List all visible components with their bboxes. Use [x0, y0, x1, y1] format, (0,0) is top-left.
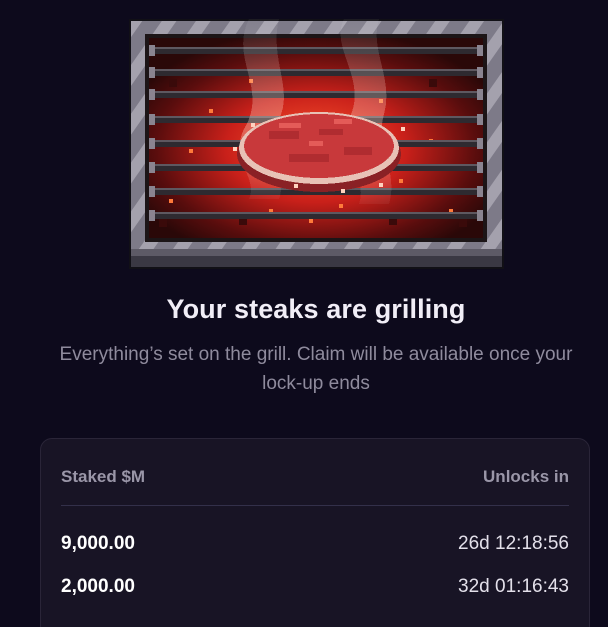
- stakes-card: Staked $M Unlocks in 9,000.00 26d 12:18:…: [40, 438, 590, 627]
- divider: [61, 505, 569, 506]
- page-subtitle: Everything’s set on the grill. Claim wil…: [59, 344, 573, 394]
- stakes-table-header: Staked $M Unlocks in: [61, 466, 569, 488]
- page-title: Your steaks are grilling: [166, 294, 466, 324]
- grilling-page: Your steaks are grilling Everything’s se…: [0, 0, 608, 627]
- staked-amount: 9,000.00: [61, 533, 135, 554]
- column-header-staked: Staked $M: [61, 467, 146, 486]
- table-row: 2,000.00 32d 01:16:43: [61, 575, 569, 599]
- staked-amount: 2,000.00: [61, 576, 135, 597]
- unlock-countdown: 32d 01:16:43: [458, 576, 569, 597]
- table-row: 9,000.00 26d 12:18:56: [61, 532, 569, 556]
- column-header-unlocks: Unlocks in: [483, 467, 569, 486]
- unlock-countdown: 26d 12:18:56: [458, 533, 569, 554]
- grilling-steak-icon: [129, 19, 504, 269]
